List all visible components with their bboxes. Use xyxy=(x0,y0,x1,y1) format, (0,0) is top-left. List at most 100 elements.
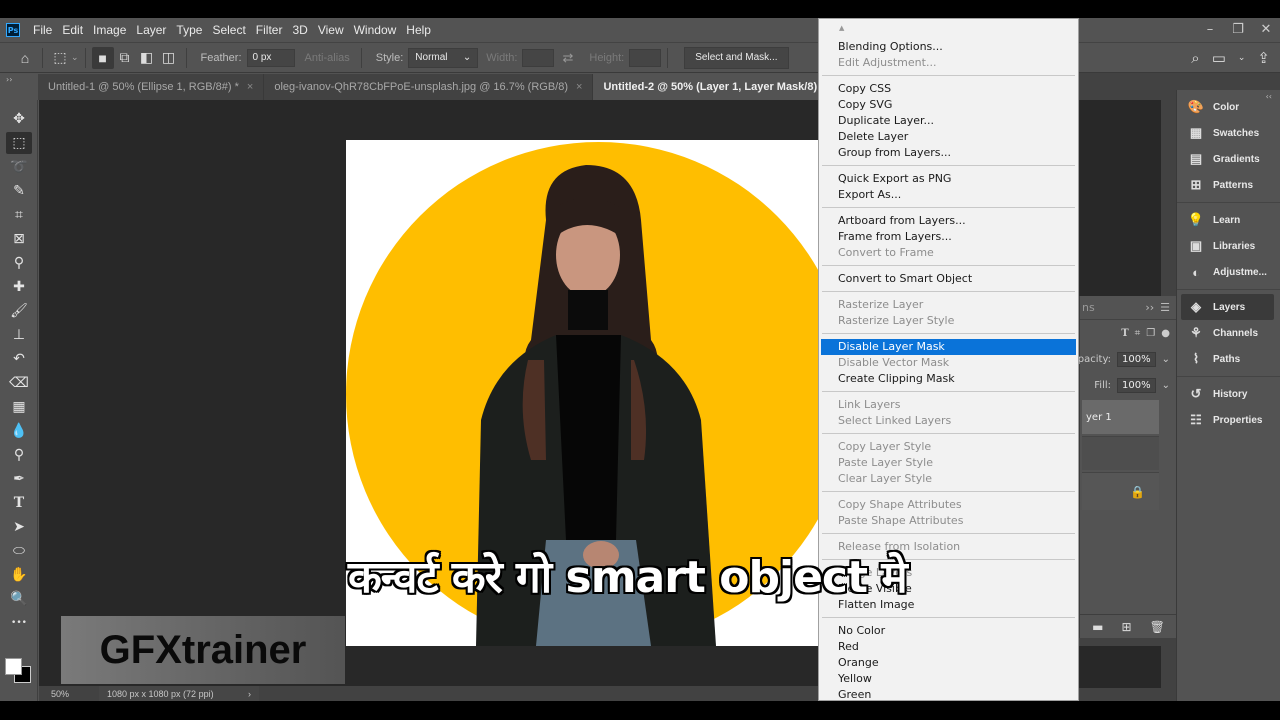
clone-stamp-tool[interactable]: ⊥ xyxy=(6,324,32,346)
scroll-up-icon[interactable]: ▲ xyxy=(819,19,1078,39)
healing-brush-tool[interactable]: ✚ xyxy=(6,276,32,298)
document-info[interactable]: 1080 px x 1080 px (72 ppi) › xyxy=(99,686,259,701)
menu-item-copy-css[interactable]: Copy CSS xyxy=(819,81,1078,97)
dock-item-properties[interactable]: ☷ Properties xyxy=(1177,407,1280,433)
layer-row-layer-1[interactable]: yer 1 xyxy=(1082,400,1159,434)
tab-untitled-2[interactable]: Untitled-2 @ 50% (Layer 1, Layer Mask/8)… xyxy=(593,74,850,100)
type-tool[interactable]: T xyxy=(6,492,32,514)
subtract-selection-icon[interactable]: ◧ xyxy=(136,47,158,69)
style-select[interactable]: Normal ⌄ xyxy=(408,47,479,68)
lock-icon[interactable]: 🔒 xyxy=(1130,485,1145,499)
frame-tool[interactable]: ⊠ xyxy=(6,228,32,250)
menu-filter[interactable]: Filter xyxy=(251,23,288,37)
menu-item-export-as[interactable]: Export As... xyxy=(819,187,1078,203)
menu-edit[interactable]: Edit xyxy=(57,23,88,37)
menu-item-no-color[interactable]: No Color xyxy=(819,623,1078,639)
layer-row[interactable] xyxy=(1082,436,1159,470)
search-icon[interactable]: ⌕ xyxy=(1191,49,1199,67)
menu-help[interactable]: Help xyxy=(401,23,436,37)
feather-input[interactable]: 0 px xyxy=(246,48,295,67)
new-group-icon[interactable]: ▬ xyxy=(1092,620,1103,634)
collapse-toolbar-icon[interactable]: ›› xyxy=(6,75,12,84)
width-input[interactable] xyxy=(522,48,555,67)
marquee-tool[interactable]: ⬚ xyxy=(6,132,32,154)
close-icon[interactable]: × xyxy=(247,81,253,93)
menu-type[interactable]: Type xyxy=(171,23,207,37)
share-icon[interactable]: ⇪ xyxy=(1257,49,1270,67)
dock-item-adjustments[interactable]: ◐ Adjustme... xyxy=(1177,259,1280,285)
menu-item-disable-layer-mask[interactable]: Disable Layer Mask xyxy=(821,339,1076,355)
add-selection-icon[interactable]: ⧉ xyxy=(114,47,136,69)
menu-item-blending-options[interactable]: Blending Options... xyxy=(819,39,1078,55)
swap-icon[interactable]: ⇄ xyxy=(562,50,573,66)
menu-item-frame-from-layers[interactable]: Frame from Layers... xyxy=(819,229,1078,245)
menu-file[interactable]: File xyxy=(28,23,57,37)
home-icon[interactable]: ⌂ xyxy=(14,47,36,69)
menu-item-create-clipping-mask[interactable]: Create Clipping Mask xyxy=(819,371,1078,387)
menu-item-copy-svg[interactable]: Copy SVG xyxy=(819,97,1078,113)
menu-3d[interactable]: 3D xyxy=(287,23,312,37)
new-selection-icon[interactable]: ■ xyxy=(91,46,114,69)
layer-row-background[interactable]: 🔒 xyxy=(1082,472,1159,510)
menu-item-duplicate-layer[interactable]: Duplicate Layer... xyxy=(819,113,1078,129)
height-input[interactable] xyxy=(629,48,662,67)
dock-item-channels[interactable]: ⚘ Channels xyxy=(1177,320,1280,346)
quick-selection-tool[interactable]: ✎ xyxy=(6,180,32,202)
menu-item-quick-export-as-png[interactable]: Quick Export as PNG xyxy=(819,171,1078,187)
dock-item-color[interactable]: 🎨 Color xyxy=(1177,94,1280,120)
history-brush-tool[interactable]: ↶ xyxy=(6,348,32,370)
chevron-down-icon[interactable]: ⌄ xyxy=(71,52,79,63)
menu-select[interactable]: Select xyxy=(207,23,250,37)
pen-tool[interactable]: ✒ xyxy=(6,468,32,490)
brush-tool[interactable]: 🖌 xyxy=(6,300,32,322)
select-and-mask-button[interactable]: Select and Mask... xyxy=(684,46,789,69)
close-icon[interactable]: × xyxy=(576,81,582,93)
minimize-button[interactable]: – xyxy=(1196,18,1224,40)
path-selection-tool[interactable]: ➤ xyxy=(6,516,32,538)
chevron-down-icon[interactable]: ⌄ xyxy=(1238,53,1246,63)
collapse-dock-icon[interactable]: ‹‹ xyxy=(1266,92,1272,101)
panel-menu-icon[interactable]: ☰ xyxy=(1160,301,1170,314)
dodge-tool[interactable]: ⚲ xyxy=(6,444,32,466)
trash-icon[interactable]: 🗑 xyxy=(1150,620,1165,634)
ellipse-tool[interactable]: ⬭ xyxy=(6,540,32,562)
menu-item-convert-to-smart-object[interactable]: Convert to Smart Object xyxy=(819,271,1078,287)
workspace-icon[interactable]: ▭ xyxy=(1212,49,1226,67)
menu-item-red[interactable]: Red xyxy=(819,639,1078,655)
menu-item-green[interactable]: Green xyxy=(819,687,1078,701)
dock-item-layers[interactable]: ◈ Layers xyxy=(1181,294,1274,320)
smart-object-filter-icon[interactable]: ❐ xyxy=(1146,328,1155,339)
fill-input[interactable]: 100% xyxy=(1117,377,1156,393)
expand-icon[interactable]: ›› xyxy=(1145,301,1154,314)
hand-tool[interactable]: ✋ xyxy=(6,564,32,586)
chevron-down-icon[interactable]: ⌄ xyxy=(1162,380,1170,391)
more-tools[interactable]: ••• xyxy=(6,612,32,634)
tab-untitled-1[interactable]: Untitled-1 @ 50% (Ellipse 1, RGB/8#) * × xyxy=(38,74,265,100)
crop-tool[interactable]: ⌗ xyxy=(6,204,32,226)
menu-item-yellow[interactable]: Yellow xyxy=(819,671,1078,687)
dock-item-history[interactable]: ↺ History xyxy=(1177,381,1280,407)
foreground-color-swatch[interactable] xyxy=(5,658,22,675)
anti-alias-checkbox[interactable]: Anti-alias xyxy=(305,52,350,64)
menu-layer[interactable]: Layer xyxy=(131,23,171,37)
shape-filter-icon[interactable]: ⌗ xyxy=(1135,328,1141,339)
dock-item-libraries[interactable]: ▣ Libraries xyxy=(1177,233,1280,259)
dock-item-swatches[interactable]: ▦ Swatches xyxy=(1177,120,1280,146)
lasso-tool[interactable]: ➰ xyxy=(6,156,32,178)
menu-item-orange[interactable]: Orange xyxy=(819,655,1078,671)
marquee-preset-icon[interactable]: ⬚ xyxy=(49,47,71,69)
close-button[interactable]: ✕ xyxy=(1252,18,1280,40)
tab-oleg-ivanov[interactable]: oleg-ivanov-QhR78CbFPoE-unsplash.jpg @ 1… xyxy=(264,74,594,100)
eyedropper-tool[interactable]: ⚲ xyxy=(6,252,32,274)
opacity-input[interactable]: 100% xyxy=(1117,351,1156,367)
menu-item-artboard-from-layers[interactable]: Artboard from Layers... xyxy=(819,213,1078,229)
filter-toggle-icon[interactable]: ● xyxy=(1161,328,1170,339)
panel-tab-fragment[interactable]: ns xyxy=(1080,301,1095,314)
zoom-tool[interactable]: 🔍 xyxy=(6,588,32,610)
dock-item-gradients[interactable]: ▤ Gradients xyxy=(1177,146,1280,172)
chevron-right-icon[interactable]: › xyxy=(248,689,251,699)
intersect-selection-icon[interactable]: ◫ xyxy=(158,47,180,69)
blur-tool[interactable]: 💧 xyxy=(6,420,32,442)
menu-item-group-from-layers[interactable]: Group from Layers... xyxy=(819,145,1078,161)
restore-button[interactable]: ❐ xyxy=(1224,18,1252,40)
